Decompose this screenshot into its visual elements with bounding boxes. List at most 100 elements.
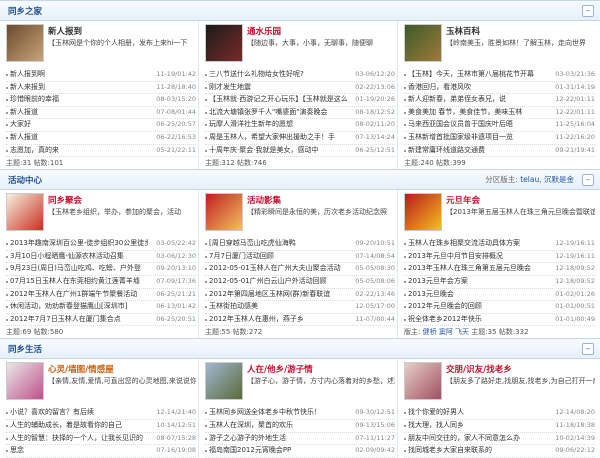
thread-title-link[interactable]: 祝全体老乡2012年快乐	[408, 314, 547, 326]
thread-row: 7月7日厦门活动回顾 07-14/08:54	[205, 251, 395, 264]
thread-title-link[interactable]: 刚才发生地震	[209, 82, 347, 94]
forum-moderator-link[interactable]: 飞天	[455, 328, 469, 336]
thread-row: 2013元旦年会方案 12-18/09:52	[404, 276, 595, 289]
forum-description: 【朋友多了路好走,找朋友,找老乡,为自己打开一扇乡愁的之窗】	[446, 377, 595, 386]
thread-title-link[interactable]: 十周年庆·聚会·我就是美女，感动中	[209, 145, 347, 157]
thread-title-link[interactable]: 玉林同乡网送全体老乡中秋节快乐！	[209, 407, 347, 419]
thread-row: 香港回归，看港风吹 01-31/14:19	[404, 82, 595, 95]
thread-title-link[interactable]: 找个你爱的好男人	[408, 407, 547, 419]
section-title[interactable]: 同乡之家	[8, 5, 42, 17]
forum-thumbnail[interactable]	[205, 362, 243, 401]
thread-title-link[interactable]: 2012年第四届地区玉林网(群)新春联谊	[209, 289, 347, 301]
thread-row: 祝全体老乡2012年快乐 01-01/00:49	[404, 314, 595, 327]
thread-title-link[interactable]: 2013元旦晚会	[408, 289, 547, 301]
forum-thumbnail[interactable]	[6, 24, 44, 62]
thread-title-link[interactable]: 2012年玉林人在广州1群端午节聚餐活动	[10, 289, 148, 301]
thread-title-link[interactable]: 人生的智慧：抉择的一个人，让我长见识的	[10, 433, 148, 445]
thread-row: 2013元旦晚会 01-02/01:26	[404, 289, 595, 302]
forum-name[interactable]: 人在/他乡/游子情	[247, 363, 313, 375]
thread-title-link[interactable]: 新人报道	[10, 132, 148, 144]
thread-title-link[interactable]: 2013元旦年会方案	[408, 276, 547, 288]
thread-title-link[interactable]: 玉林街拍动感美	[209, 301, 347, 313]
thread-title-link[interactable]: 小说？喜欢的留言？有后续	[10, 407, 148, 419]
forum-name[interactable]: 同乡聚会	[48, 194, 82, 206]
thread-title-link[interactable]: 玉林新增首批国家级非遗项目一览	[408, 132, 547, 144]
thread-title-link[interactable]: 周是玉林人，希望大家伸出援助之手！手	[209, 132, 347, 144]
thread-list: 小说？喜欢的留言？有后续 12-14/21:40 人生的辅助成长，着是故看你的自己 1…	[6, 407, 196, 458]
forum-thumbnail[interactable]	[205, 193, 243, 232]
thread-title-link[interactable]: 新人来报到	[10, 82, 148, 94]
thread-title-link[interactable]: 7月7日厦门活动回顾	[209, 251, 347, 263]
stats-topics-value: 55	[221, 328, 231, 337]
thread-title-link[interactable]: 新建常庸环线道路交通费	[408, 145, 547, 157]
thread-title-link[interactable]: 玉林人在深圳，聚首的欢乐	[209, 420, 347, 432]
thread-title-link[interactable]: 【玉林就·西游记之开心玩乐】【玉林就是这么	[209, 94, 347, 106]
thread-row: 马来西亚国会议员曾于国庆叶后晤 11-25/16:04	[404, 119, 595, 132]
stats-topics-value: 312	[221, 159, 235, 168]
forum-moderator-link[interactable]: 健桥	[423, 328, 437, 336]
moderator-link[interactable]: 沉默是金	[544, 175, 574, 184]
forum-thumbnail[interactable]	[6, 193, 44, 232]
forum-name[interactable]: 玉林百科	[446, 25, 480, 37]
thread-title-link[interactable]: 2013年趣南深圳百公里-徒步组织30公里徒步	[10, 238, 148, 250]
thread-title-link[interactable]: 香港回归，看港风吹	[408, 82, 547, 94]
thread-title-link[interactable]: 2012年7月7日玉林人在厦门集合点	[10, 314, 148, 326]
forum-name[interactable]: 交朋/识友/找老乡	[446, 363, 512, 375]
thread-title-link[interactable]: 休闲活动，劝劝新春登猫鹰山[深圳市]	[10, 301, 148, 313]
forum-thumbnail[interactable]	[404, 24, 442, 62]
thread-title-link[interactable]: 2013年玉林人在珠三角第五届元旦晚会	[408, 263, 547, 275]
stats-topics-value: 35	[487, 328, 497, 337]
forum-name[interactable]: 通水乐园	[247, 25, 281, 37]
thread-title-link[interactable]: 珍惜眼前的幸福	[10, 94, 148, 106]
thread-date: 02-22/13:46	[355, 289, 395, 298]
stats-posts-value: 580	[49, 328, 64, 337]
forum-thumbnail[interactable]	[404, 362, 442, 401]
thread-title-link[interactable]: 新人迎新春，弟弟侄女表兄，说	[408, 94, 547, 106]
thread-title-link[interactable]: 马来西亚国会议员曾于国庆叶后晤	[408, 119, 547, 131]
thread-title-link[interactable]: 朋友中间交往的，家人不同意怎么办	[408, 433, 547, 445]
thread-title-link[interactable]: 美食美加 春节，美食佳节，美味玉林	[408, 107, 547, 119]
thread-title-link[interactable]: 【玉林】今天，玉林市第八届桃花节开幕	[408, 69, 547, 81]
forum-name[interactable]: 元旦年会	[446, 194, 480, 206]
thread-row: 2012年第四届地区玉林网(群)新春联谊 02-22/13:46	[205, 289, 395, 302]
section-title[interactable]: 同乡生活	[8, 343, 42, 355]
thread-title-link[interactable]: 新人报到啊	[10, 69, 148, 81]
thread-title-link[interactable]: 2012年元旦晚会的回顾	[408, 301, 547, 313]
forum-moderator-link[interactable]: 窦阿	[439, 328, 453, 336]
thread-title-link[interactable]: 三八节送什么礼物给女性好呢?	[209, 69, 347, 81]
thread-title-link[interactable]: 玉林人在珠乡相聚交流活动具体方案	[408, 238, 547, 250]
forum-column: 活动影集 【精彩瞬间是永恒的美，历次老乡活动纪念照 [周日穿越马峦山吃虎仙海鸭 09-…	[199, 190, 398, 339]
thread-title-link[interactable]: 北流大塘镇张罗千人"嘴婆面"演奏晚会	[209, 107, 347, 119]
collapse-icon[interactable]: −	[582, 5, 594, 17]
thread-title-link[interactable]: 大家好	[10, 119, 148, 131]
thread-title-link[interactable]: 2012-05-01广州白云山户外活动回顾	[209, 276, 347, 288]
thread-title-link[interactable]: 2012年玉林人在惠州，燕子乡	[209, 314, 347, 326]
thread-title-link[interactable]: 找大理，找人同乡	[408, 420, 547, 432]
thread-row: 玉林人在珠乡相聚交流活动具体方案 12-19/16:11	[404, 238, 595, 251]
thread-list: 新人报到啊 11-19/01:42 新人来报到 11-28/18:40 珍惜眼前的幸福 0…	[6, 69, 196, 158]
thread-title-link[interactable]: 志愿加，真的来	[10, 145, 148, 157]
moderator-link[interactable]: telau	[520, 175, 539, 184]
forum-thumbnail[interactable]	[205, 24, 243, 62]
thread-title-link[interactable]: 玩摩人滑洋社生新年的愿想	[209, 119, 347, 131]
thread-title-link[interactable]: 3月10日小程晒鹰-仙源农林活动召集	[10, 251, 148, 263]
forum-moderators-label: 版主:	[404, 328, 421, 337]
thread-title-link[interactable]: 游子之心游子的外地生活	[209, 433, 347, 445]
forum-thumbnail[interactable]	[404, 193, 442, 232]
forum-name[interactable]: 新人报到	[48, 25, 82, 37]
collapse-icon[interactable]: −	[582, 343, 594, 356]
forum-name[interactable]: 心灵/墙图/情感屋	[48, 363, 114, 375]
forum-name[interactable]: 活动影集	[247, 194, 281, 206]
thread-title-link[interactable]: 人生的辅助成长，着是故看你的自己	[10, 420, 148, 432]
moderators-label: 分区版主:	[485, 175, 518, 185]
section-title[interactable]: 活动中心	[8, 174, 42, 186]
forum-thumbnail[interactable]	[6, 362, 44, 401]
thread-title-link[interactable]: 2013年元旦中月节目安排概况	[408, 251, 547, 263]
thread-title-link[interactable]: 9月23日(周日)马峦山吃鸡、吃螃、户外登	[10, 263, 148, 275]
thread-title-link[interactable]: 新人报道	[10, 107, 148, 119]
collapse-icon[interactable]: −	[582, 174, 594, 187]
thread-row: 周是玉林人，希望大家伸出援助之手！手 07-13/14:24	[205, 132, 395, 145]
thread-title-link[interactable]: 07月15日玉林人在东莞相约黄江莲菁羊墟	[10, 276, 148, 288]
thread-title-link[interactable]: 2012-05-01玉林人在广州大夫山聚会活动	[209, 263, 347, 275]
thread-title-link[interactable]: [周日穿越马峦山吃虎仙海鸭	[209, 238, 347, 250]
